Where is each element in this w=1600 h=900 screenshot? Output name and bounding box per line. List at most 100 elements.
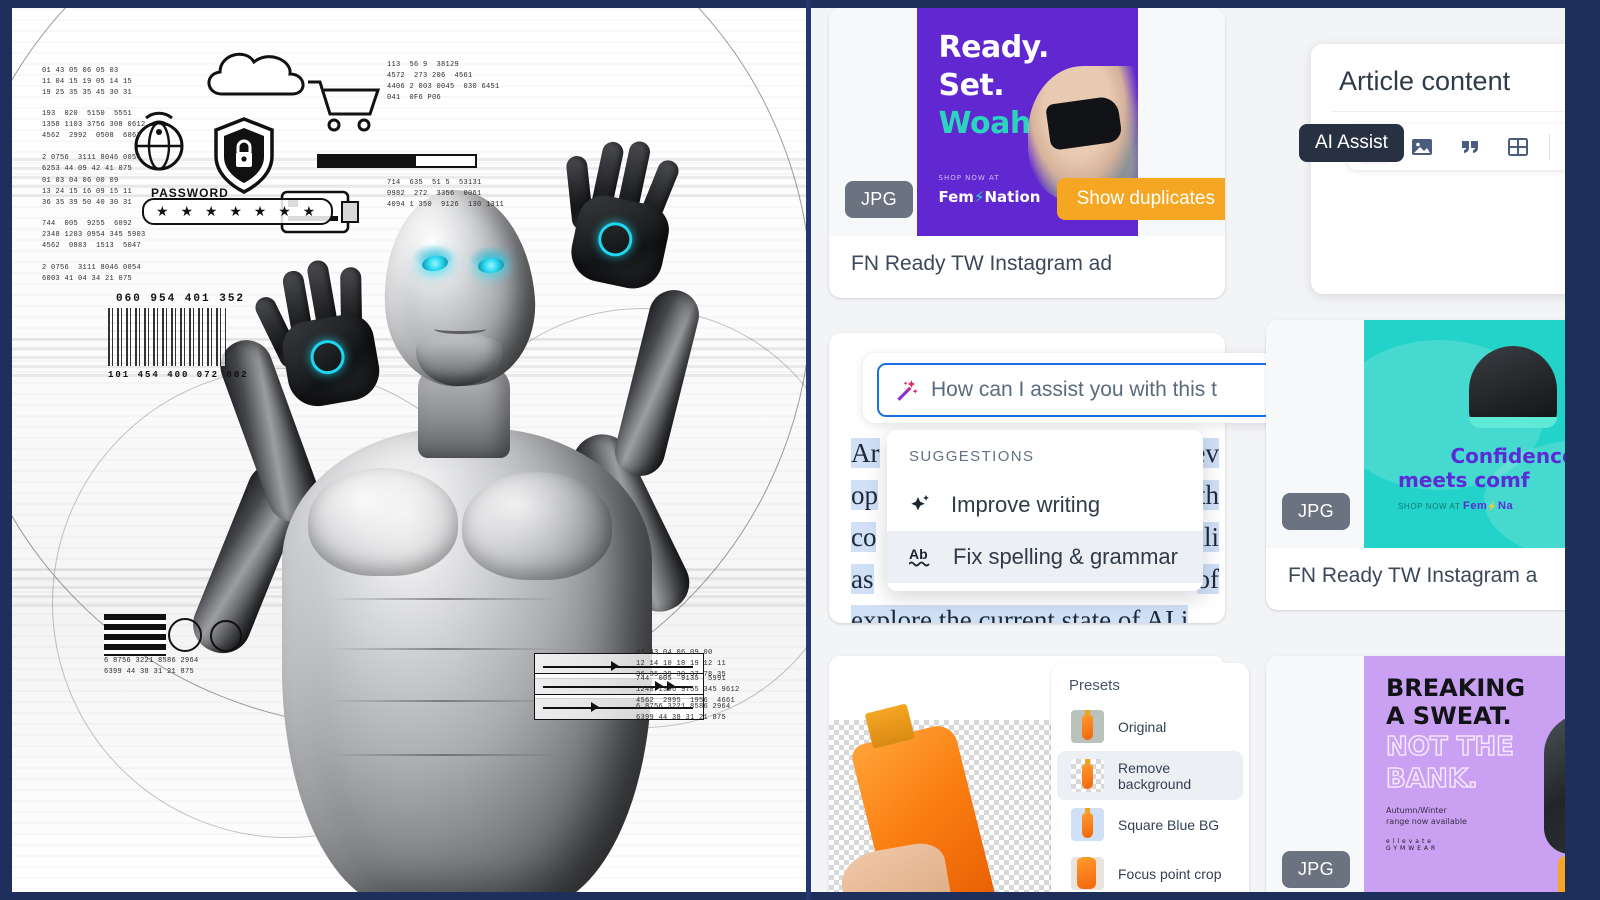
asset-title: FN Ready TW Instagram ad — [829, 236, 1225, 294]
ad-artwork-sweat: BREAKING A SWEAT. NOT THE BANK. New Autu… — [1364, 656, 1565, 892]
asset-thumbnail-sweat: BREAKING A SWEAT. NOT THE BANK. New Autu… — [1266, 656, 1565, 892]
body-line-5: explore the current state of AI i — [851, 605, 1188, 623]
ad-sports-bra — [1469, 346, 1557, 428]
hud-ring-2 — [210, 620, 242, 652]
ai-prompt-card: How can I assist you with this t — [863, 353, 1283, 423]
svg-text:Ab: Ab — [909, 546, 928, 562]
ai-prompt-input[interactable]: How can I assist you with this t — [877, 363, 1273, 417]
ai-prompt-placeholder: How can I assist you with this t — [931, 378, 1217, 402]
preset-item-square-blue-bg[interactable]: Square Blue BG — [1057, 800, 1243, 849]
hud-data-top-right: 113 56 9 38129 4572 273 206 4561 4406 2 … — [387, 60, 500, 103]
ad-brand-part1: Fem — [1463, 500, 1487, 512]
preset-label: Remove background — [1118, 760, 1229, 792]
robot-right-hand — [548, 126, 704, 299]
ai-suggestions-menu[interactable]: SUGGESTIONS Improve writing Ab Fix spell… — [887, 430, 1203, 591]
suggestion-label: Fix spelling & grammar — [953, 544, 1178, 570]
file-type-badge: JPG — [845, 181, 913, 218]
ad-artwork-confidence: Confidence meets comf SHOP NOW AT Fem⚡Na — [1364, 320, 1565, 548]
robot-ab-line-1 — [328, 598, 558, 600]
preset-item-remove-background[interactable]: Remove background — [1057, 751, 1243, 800]
robot-chest-left — [308, 468, 458, 576]
ad-shop-now: SHOP NOW AT Fem⚡Na — [1398, 500, 1513, 512]
app-frame: PASSWORD ★ ★ ★ ★ ★ ★ ★ 01 43 05 06 05 03… — [0, 0, 1600, 900]
hud-barcode — [108, 308, 226, 366]
asset-card-sweat[interactable]: BREAKING A SWEAT. NOT THE BANK. New Autu… — [1266, 656, 1565, 892]
hud-data-mid-right: 714 635 51 5 53131 0982 272 3356 0061 40… — [387, 178, 504, 211]
transparency-checkerboard — [829, 720, 1059, 892]
body-line-2: op — [851, 480, 878, 510]
file-type-badge: JPG — [1282, 851, 1350, 888]
image-icon[interactable] — [1405, 130, 1439, 164]
asset-thumbnail-ready: Ready. Set. Woah. SHOP NOW AT Fem⚡Nation… — [829, 8, 1225, 236]
preset-thumbnail — [1071, 857, 1104, 890]
preset-thumbnail — [1071, 759, 1104, 792]
ad-brand-part2: Na — [1498, 500, 1513, 512]
sparkle-icon — [909, 493, 933, 517]
ad-line-2: meets comf — [1398, 468, 1530, 492]
preset-label: Square Blue BG — [1118, 817, 1219, 833]
suggestion-fix-spelling[interactable]: Ab Fix spelling & grammar — [887, 531, 1203, 583]
ad-line-2-text: meets comf — [1398, 468, 1530, 492]
table-icon[interactable] — [1501, 130, 1535, 164]
magic-wand-icon — [893, 377, 919, 403]
show-duplicates-button[interactable]: Show du — [1558, 856, 1565, 892]
ad-logo-text: ellevate — [1386, 838, 1438, 845]
preset-item-original[interactable]: Original — [1057, 702, 1243, 751]
preset-label: Focus point crop — [1118, 866, 1222, 882]
robot-ab-line-4 — [328, 754, 558, 756]
hud-data-mid-left: 01 03 04 06 00 09 13 24 15 16 09 15 11 3… — [42, 176, 146, 284]
ad-line-1: Ready. — [939, 30, 1049, 65]
quote-icon[interactable] — [1453, 130, 1487, 164]
show-duplicates-button[interactable]: Show duplicates — [1057, 178, 1225, 220]
hud-block-bars — [104, 614, 166, 656]
robot-hud-image: PASSWORD ★ ★ ★ ★ ★ ★ ★ 01 43 05 06 05 03… — [12, 8, 808, 892]
suggestions-header: SUGGESTIONS — [887, 440, 1203, 479]
robot-mouth — [434, 324, 486, 334]
ad-logo-sub: GYMWEAR — [1386, 845, 1438, 852]
robot-left-hand — [250, 246, 402, 416]
ad-brand-part1: Fem — [939, 188, 974, 206]
asset-card-ready[interactable]: Ready. Set. Woah. SHOP NOW AT Fem⚡Nation… — [829, 8, 1225, 298]
robot-figure — [132, 128, 808, 892]
ad-line-2: Set. — [939, 68, 1005, 103]
body-line-1: Ar — [851, 438, 880, 468]
toolbar-separator — [1549, 134, 1550, 160]
ab-spellcheck-icon: Ab — [909, 545, 935, 569]
preset-thumbnail — [1071, 808, 1104, 841]
hud-data-bottom-3: 6 8756 3221 8586 2964 6399 44 38 31 21 8… — [636, 702, 731, 724]
body-line-4: as — [851, 564, 874, 594]
ad-subline: Autumn/Winter range now available — [1386, 806, 1467, 828]
hud-ring-1 — [168, 618, 202, 652]
ad-line-2: A SWEAT. — [1386, 702, 1512, 730]
hud-center-numbers: 060 954 401 352 — [116, 293, 245, 305]
cloud-icon — [198, 42, 318, 106]
presets-panel: Presets Original Remove background Squar… — [1051, 663, 1249, 892]
ai-assist-tooltip: AI Assist — [1299, 124, 1404, 162]
robot-ab-line-3 — [328, 700, 558, 702]
hud-center-numbers-bottom: 101 454 400 072 002 — [108, 370, 249, 380]
close-icon[interactable] — [1564, 130, 1565, 164]
password-field: ★ ★ ★ ★ ★ ★ ★ — [142, 198, 333, 225]
ad-brand-logo: Fem⚡Nation — [939, 188, 1041, 206]
progress-bar-icon — [317, 154, 477, 168]
asset-card-confidence[interactable]: Confidence meets comf SHOP NOW AT Fem⚡Na… — [1266, 320, 1565, 610]
shield-lock-icon — [212, 116, 276, 196]
article-content-card: Article content — [1311, 44, 1565, 294]
file-type-badge: JPG — [1282, 493, 1350, 530]
hud-data-top-left: 01 43 05 06 05 03 11 04 15 19 05 14 15 1… — [42, 66, 146, 174]
ad-brand-logo: ellevate GYMWEAR — [1386, 838, 1438, 852]
ad-brand-part2: Nation — [985, 188, 1041, 206]
suggestion-improve-writing[interactable]: Improve writing — [887, 479, 1203, 531]
preset-label: Original — [1118, 719, 1166, 735]
hand-image — [837, 839, 955, 892]
app-content-panel: Ready. Set. Woah. SHOP NOW AT Fem⚡Nation… — [811, 8, 1565, 892]
robot-chest-right — [462, 472, 612, 580]
ad-shop-label: SHOP NOW AT — [1398, 502, 1460, 511]
ad-line-3: Woah. — [939, 106, 1042, 141]
ad-line-4: BANK. — [1386, 764, 1478, 794]
asset-title: FN Ready TW Instagram a — [1266, 548, 1565, 606]
article-card-title: Article content — [1311, 44, 1565, 105]
preset-item-focus-point-crop[interactable]: Focus point crop — [1057, 849, 1243, 892]
body-line-3: co — [851, 522, 876, 552]
asset-thumbnail-confidence: Confidence meets comf SHOP NOW AT Fem⚡Na… — [1266, 320, 1565, 548]
